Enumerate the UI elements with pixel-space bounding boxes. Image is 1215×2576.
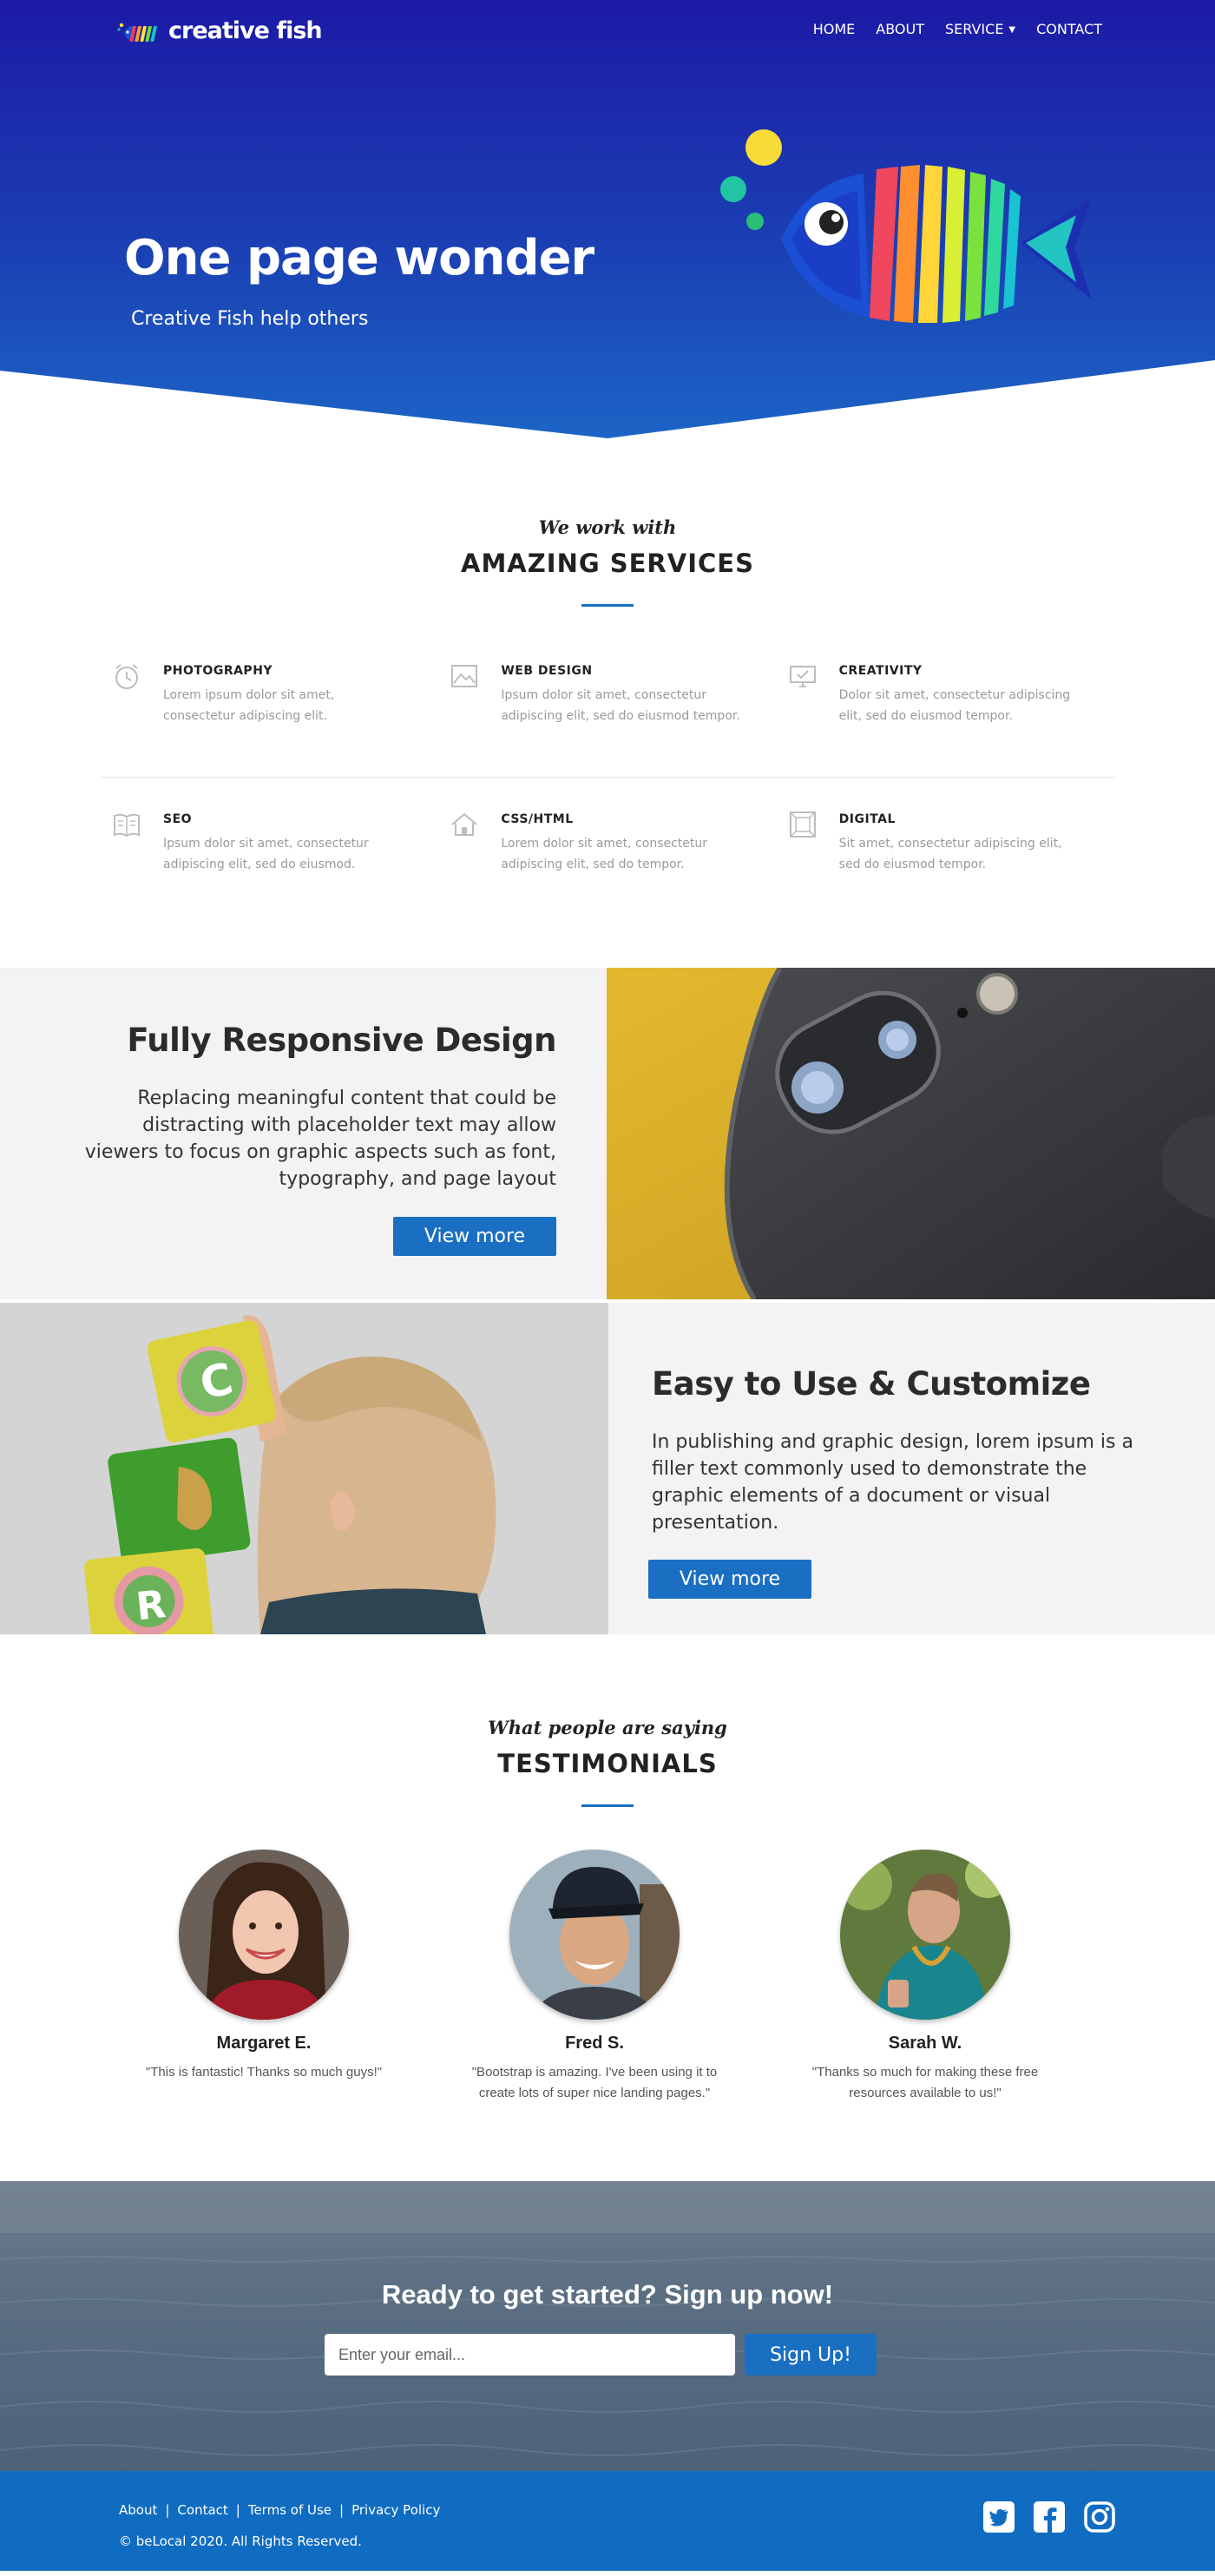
testimonial-item: Sarah W. "Thanks so much for making thes… bbox=[760, 1850, 1090, 2104]
view-more-button[interactable]: View more bbox=[393, 1217, 556, 1256]
feature-text-panel: Easy to Use & Customize In publishing an… bbox=[608, 1303, 1215, 1634]
feature-description: Replacing meaningful content that could … bbox=[84, 1088, 556, 1190]
services-grid: PHOTOGRAPHY Lorem ipsum dolor sit amet, … bbox=[101, 664, 1114, 925]
service-text: Lorem ipsum dolor sit amet, consectetur … bbox=[163, 688, 335, 723]
signup-cta-section: Ready to get started? Sign up now! Sign … bbox=[0, 2181, 1215, 2471]
service-text: Ipsum dolor sit amet, consectetur adipis… bbox=[163, 837, 369, 871]
twitter-icon[interactable] bbox=[982, 2500, 1015, 2533]
testimonial-item: Margaret E. "This is fantastic! Thanks s… bbox=[99, 1850, 429, 2104]
cta-title: Ready to get started? Sign up now! bbox=[381, 2279, 834, 2310]
testimonials-kicker: What people are saying bbox=[488, 1717, 727, 1738]
service-item-web-design: WEB DESIGN Ipsum dolor sit amet, consect… bbox=[438, 664, 776, 777]
footer-link-privacy[interactable]: Privacy Policy bbox=[351, 2502, 440, 2518]
nav-about[interactable]: ABOUT bbox=[876, 21, 924, 37]
service-title: PHOTOGRAPHY bbox=[163, 664, 273, 678]
testimonials-grid: Margaret E. "This is fantastic! Thanks s… bbox=[99, 1850, 1090, 2104]
feature-title: Fully Responsive Design bbox=[127, 1022, 556, 1059]
services-kicker: We work with bbox=[538, 516, 677, 538]
monitor-icon bbox=[787, 660, 818, 692]
frame-icon bbox=[787, 809, 818, 840]
phone-photo bbox=[607, 968, 1215, 1299]
nav-home[interactable]: HOME bbox=[813, 21, 856, 37]
services-title: AMAZING SERVICES bbox=[461, 549, 754, 578]
hero-title: One page wonder bbox=[124, 230, 594, 286]
facebook-icon[interactable] bbox=[1033, 2500, 1066, 2533]
service-item-css-html: CSS/HTML Lorem dolor sit amet, consectet… bbox=[438, 812, 776, 925]
home-icon bbox=[449, 809, 480, 840]
hero-section: creative fish HOME ABOUT SERVICE ▼ CONTAC… bbox=[0, 0, 1215, 438]
testimonial-quote: "Bootstrap is amazing. I've been using i… bbox=[471, 2065, 718, 2100]
avatar bbox=[840, 1850, 1010, 2020]
hero-bottom-shape bbox=[0, 360, 1215, 438]
testimonial-quote: "This is fantastic! Thanks so much guys!… bbox=[145, 2065, 383, 2080]
testimonial-quote: "Thanks so much for making these free re… bbox=[811, 2065, 1039, 2100]
feature-text-panel: Fully Responsive Design Replacing meanin… bbox=[0, 968, 607, 1299]
fish-logo-icon bbox=[117, 23, 157, 42]
testimonials-divider bbox=[581, 1804, 634, 1807]
signup-button[interactable]: Sign Up! bbox=[745, 2334, 877, 2376]
service-item-photography: PHOTOGRAPHY Lorem ipsum dolor sit amet, … bbox=[101, 664, 438, 777]
avatar bbox=[179, 1850, 349, 2020]
service-title: CSS/HTML bbox=[501, 812, 574, 826]
nav-service-label: SERVICE bbox=[944, 21, 1004, 37]
footer-links: About | Contact | Terms of Use | Privacy… bbox=[119, 2502, 440, 2518]
services-row-divider bbox=[101, 777, 1114, 778]
service-text: Ipsum dolor sit amet, consectetur adipis… bbox=[501, 688, 740, 723]
alarm-clock-icon bbox=[111, 660, 142, 692]
feature-description: In publishing and graphic design, lorem … bbox=[652, 1431, 1133, 1534]
feature-customize: C R Easy to Use & Customize In publishin… bbox=[0, 1303, 1215, 1634]
feature-title: Easy to Use & Customize bbox=[652, 1365, 1091, 1403]
service-title: WEB DESIGN bbox=[501, 664, 593, 678]
brand-logo[interactable]: creative fish bbox=[116, 17, 323, 44]
service-title: SEO bbox=[163, 812, 193, 826]
testimonial-item: Fred S. "Bootstrap is amazing. I've been… bbox=[430, 1850, 759, 2104]
service-item-digital: DIGITAL Sit amet, consectetur adipiscing… bbox=[777, 812, 1114, 925]
testimonials-section: What people are saying TESTIMONIALS Marg… bbox=[0, 1634, 1215, 2181]
social-links bbox=[982, 2500, 1116, 2533]
svg-text:R: R bbox=[135, 1582, 168, 1629]
testimonial-name: Sarah W. bbox=[888, 2034, 962, 2053]
view-more-button[interactable]: View more bbox=[648, 1560, 811, 1599]
caret-down-icon: ▼ bbox=[1008, 25, 1016, 35]
fish-illustration bbox=[720, 129, 1092, 323]
services-row: PHOTOGRAPHY Lorem ipsum dolor sit amet, … bbox=[101, 664, 1114, 777]
services-divider bbox=[581, 604, 634, 607]
service-item-seo: SEO Ipsum dolor sit amet, consectetur ad… bbox=[101, 812, 438, 925]
footer-link-contact[interactable]: Contact bbox=[177, 2502, 227, 2518]
services-section: We work with AMAZING SERVICES PHOTOGRAPH… bbox=[0, 438, 1215, 968]
avatar bbox=[509, 1850, 680, 2020]
service-text: Dolor sit amet, consectetur adipiscing e… bbox=[838, 688, 1071, 723]
child-blocks-photo: C R bbox=[0, 1303, 608, 1634]
testimonial-name: Fred S. bbox=[565, 2034, 624, 2053]
hero-subtitle: Creative Fish help others bbox=[131, 308, 369, 330]
instagram-icon[interactable] bbox=[1083, 2500, 1116, 2533]
copyright: © beLocal 2020. All Rights Reserved. bbox=[119, 2533, 362, 2549]
footer-separator: | bbox=[235, 2502, 240, 2518]
brand-name: creative fish bbox=[168, 17, 323, 44]
testimonials-title: TESTIMONIALS bbox=[497, 1749, 718, 1778]
feature-responsive: Fully Responsive Design Replacing meanin… bbox=[0, 968, 1215, 1299]
top-nav: creative fish HOME ABOUT SERVICE ▼ CONTAC… bbox=[0, 17, 1215, 44]
service-text: Sit amet, consectetur adipiscing elit, s… bbox=[838, 837, 1062, 871]
service-title: DIGITAL bbox=[838, 812, 896, 826]
sea-background bbox=[0, 2181, 1215, 2456]
footer-separator: | bbox=[165, 2502, 170, 2518]
book-icon bbox=[111, 809, 142, 840]
image-icon bbox=[449, 660, 480, 692]
email-field[interactable] bbox=[325, 2334, 735, 2376]
service-item-creativity: CREATIVITY Dolor sit amet, consectetur a… bbox=[777, 664, 1114, 777]
footer-separator: | bbox=[339, 2502, 345, 2518]
nav-service[interactable]: SERVICE ▼ bbox=[945, 21, 1015, 37]
service-title: CREATIVITY bbox=[838, 664, 923, 678]
testimonial-name: Margaret E. bbox=[216, 2034, 312, 2053]
footer-link-about[interactable]: About bbox=[119, 2502, 157, 2518]
services-row: SEO Ipsum dolor sit amet, consectetur ad… bbox=[101, 812, 1114, 925]
main-menu: HOME ABOUT SERVICE ▼ CONTACT bbox=[813, 21, 1102, 37]
service-text: Lorem dolor sit amet, consectetur adipis… bbox=[501, 837, 708, 871]
site-footer: About | Contact | Terms of Use | Privacy… bbox=[0, 2471, 1215, 2571]
nav-contact[interactable]: CONTACT bbox=[1036, 21, 1102, 37]
footer-link-terms[interactable]: Terms of Use bbox=[248, 2502, 332, 2518]
